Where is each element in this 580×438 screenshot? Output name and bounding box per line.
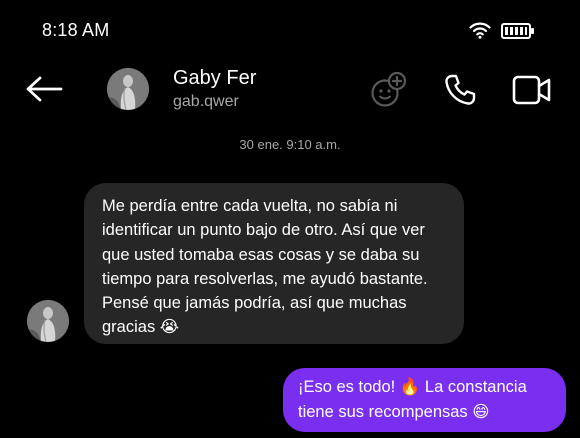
arrow-left-icon — [26, 76, 63, 102]
wifi-icon — [469, 22, 491, 39]
profile-photo-icon — [107, 68, 149, 110]
contact-name[interactable]: Gaby Fer — [173, 67, 256, 90]
status-time: 8:18 AM — [42, 20, 110, 40]
message-timestamp: 30 ene. 9:10 a.m. — [239, 137, 341, 152]
chat-header: Gaby Fer gab.qwer — [0, 62, 580, 120]
battery-icon — [501, 23, 534, 39]
phone-icon — [445, 74, 476, 105]
video-call-button[interactable] — [512, 75, 552, 105]
sent-message-bubble[interactable]: ¡Eso es todo! 🔥 La constancia tiene sus … — [283, 368, 566, 432]
back-button[interactable] — [24, 74, 64, 104]
received-message-bubble[interactable]: Me perdía entre cada vuelta, no sabía ni… — [84, 183, 464, 344]
contact-username: gab.qwer — [173, 93, 239, 110]
contact-avatar[interactable] — [107, 68, 149, 110]
status-bar: 8:18 AM — [0, 0, 580, 62]
profile-photo-icon — [27, 300, 69, 342]
audio-call-button[interactable] — [443, 73, 477, 107]
sender-avatar[interactable] — [27, 300, 69, 342]
video-camera-icon — [512, 75, 551, 105]
avatar-add-button[interactable] — [369, 71, 407, 109]
avatar-add-icon — [371, 71, 407, 107]
